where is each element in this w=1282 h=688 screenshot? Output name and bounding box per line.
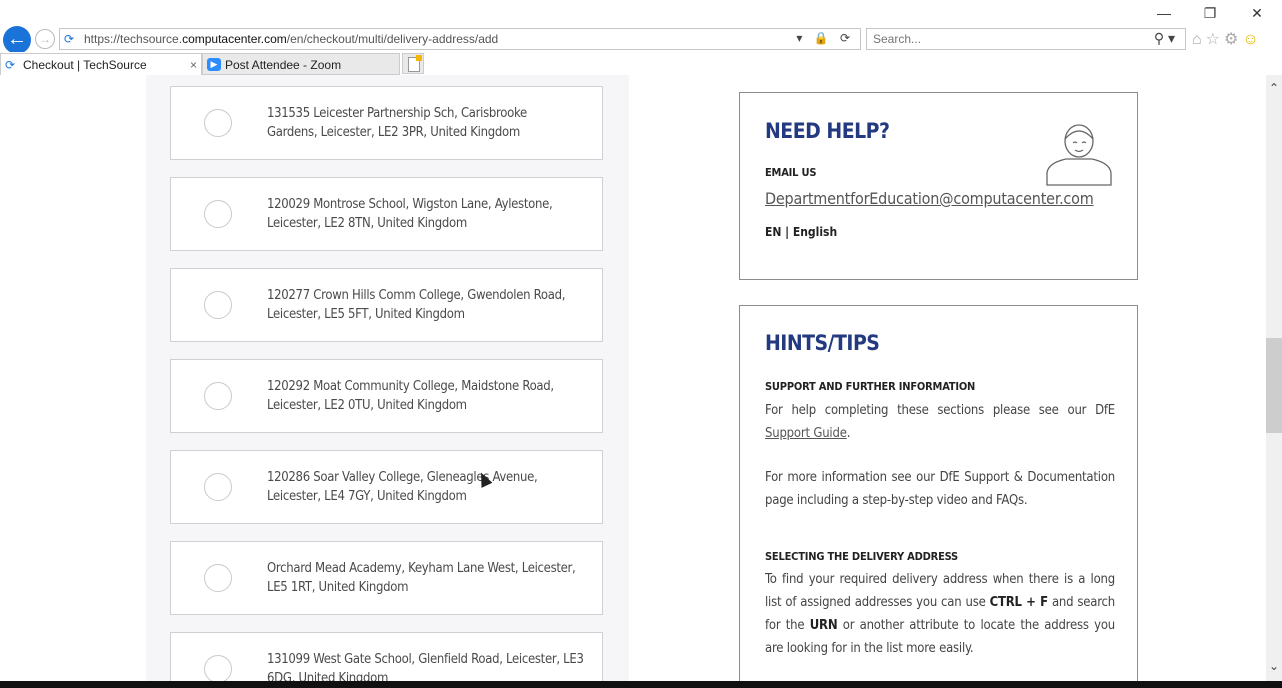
home-icon[interactable]: ⌂ [1192,31,1206,48]
support-email-link[interactable]: DepartmentforEducation@computacenter.com [765,189,1094,208]
address-text: 120277 Crown Hills Comm College, Gwendol… [267,288,566,322]
site-favicon-icon: ⟳ [64,32,75,46]
hints-tips-box: HINTS/TIPS SUPPORT AND FURTHER INFORMATI… [739,305,1138,681]
delivery-text: To find your required delivery address w… [765,572,1115,656]
toolbar-icons: ⌂☆⚙☺ [1192,29,1263,49]
address-controls[interactable]: ▾ 🔒 ⟳ [796,31,854,45]
address-text: 131535 Leicester Partnership Sch, Carisb… [267,106,527,140]
address-option[interactable]: 131099 West Gate School, Glenfield Road,… [170,632,603,681]
navigation-bar: ← → ⟳ https://techsource.computacenter.c… [0,26,1282,54]
address-list-panel: 131535 Leicester Partnership Sch, Carisb… [146,75,629,681]
search-icon[interactable]: ⚲ ▾ [1154,30,1175,47]
address-option[interactable]: 120292 Moat Community College, Maidstone… [170,359,603,433]
vertical-scrollbar[interactable]: ⌃ ⌄ [1266,75,1282,681]
delivery-heading: SELECTING THE DELIVERY ADDRESS [765,550,958,563]
address-text: 120286 Soar Valley College, Gleneagles A… [267,470,538,504]
settings-gear-icon[interactable]: ⚙ [1224,31,1242,48]
language-selector[interactable]: EN | English [765,225,837,239]
address-option[interactable]: 131535 Leicester Partnership Sch, Carisb… [170,86,603,160]
scroll-up-icon[interactable]: ⌃ [1269,81,1279,95]
address-text: 120029 Montrose School, Wigston Lane, Ay… [267,197,553,231]
address-option[interactable]: 120277 Crown Hills Comm College, Gwendol… [170,268,603,342]
zoom-camera-icon: ▶ [207,58,221,71]
scrollbar-thumb[interactable] [1266,338,1282,433]
address-text: 120292 Moat Community College, Maidstone… [267,379,554,413]
support-heading: SUPPORT AND FURTHER INFORMATION [765,380,976,393]
support-guide-link[interactable]: Support Guide [765,426,847,441]
need-help-title: NEED HELP? [765,119,890,143]
address-text: Orchard Mead Academy, Keyham Lane West, … [267,561,576,595]
email-us-label: EMAIL US [765,166,817,179]
tab-zoom[interactable]: ▶ Post Attendee - Zoom [202,53,400,75]
hints-tips-title: HINTS/TIPS [765,331,880,355]
support-text: For help completing these sections pleas… [765,403,1115,441]
minimize-icon[interactable]: — [1152,4,1176,22]
tab-label: Post Attendee - Zoom [225,58,342,72]
restore-icon[interactable]: ❐ [1198,4,1222,22]
address-bar[interactable]: ⟳ https://techsource.computacenter.com/e… [59,28,861,50]
support-agent-icon [1046,124,1112,186]
more-info-text: For more information see our DfE Support… [765,470,1115,508]
forward-arrow-icon[interactable]: → [35,29,55,49]
tab-strip: ⟳ Checkout | TechSource × ▶ Post Attende… [0,52,1282,76]
address-radio[interactable] [204,200,232,228]
favorites-star-icon[interactable]: ☆ [1206,31,1224,48]
feedback-smiley-icon[interactable]: ☺ [1242,31,1262,48]
address-radio[interactable] [204,473,232,501]
address-radio[interactable] [204,109,232,137]
tab-close-icon[interactable]: × [190,54,197,76]
site-favicon-icon: ⟳ [5,58,16,72]
address-option[interactable]: 120029 Montrose School, Wigston Lane, Ay… [170,177,603,251]
tab-checkout[interactable]: ⟳ Checkout | TechSource × [0,53,202,75]
back-arrow-icon[interactable]: ← [3,26,31,54]
address-url[interactable]: https://techsource.computacenter.com/en/… [84,32,498,46]
need-help-box: NEED HELP? EMAIL US DepartmentforEducati… [739,92,1138,280]
address-radio[interactable] [204,564,232,592]
tab-label: Checkout | TechSource [23,58,147,72]
new-tab-button[interactable] [402,53,424,74]
address-option[interactable]: Orchard Mead Academy, Keyham Lane West, … [170,541,603,615]
page-viewport: 131535 Leicester Partnership Sch, Carisb… [0,75,1266,681]
address-text: 131099 West Gate School, Glenfield Road,… [267,652,584,681]
search-box[interactable]: ⚲ ▾ [866,28,1186,50]
search-input[interactable] [871,31,1145,47]
scroll-down-icon[interactable]: ⌄ [1269,659,1279,673]
address-radio[interactable] [204,655,232,681]
address-option[interactable]: 120286 Soar Valley College, Gleneagles A… [170,450,603,524]
window-titlebar: — ❐ ✕ [0,0,1282,26]
taskbar-edge [0,681,1282,688]
close-window-icon[interactable]: ✕ [1245,4,1269,22]
address-radio[interactable] [204,291,232,319]
address-radio[interactable] [204,382,232,410]
